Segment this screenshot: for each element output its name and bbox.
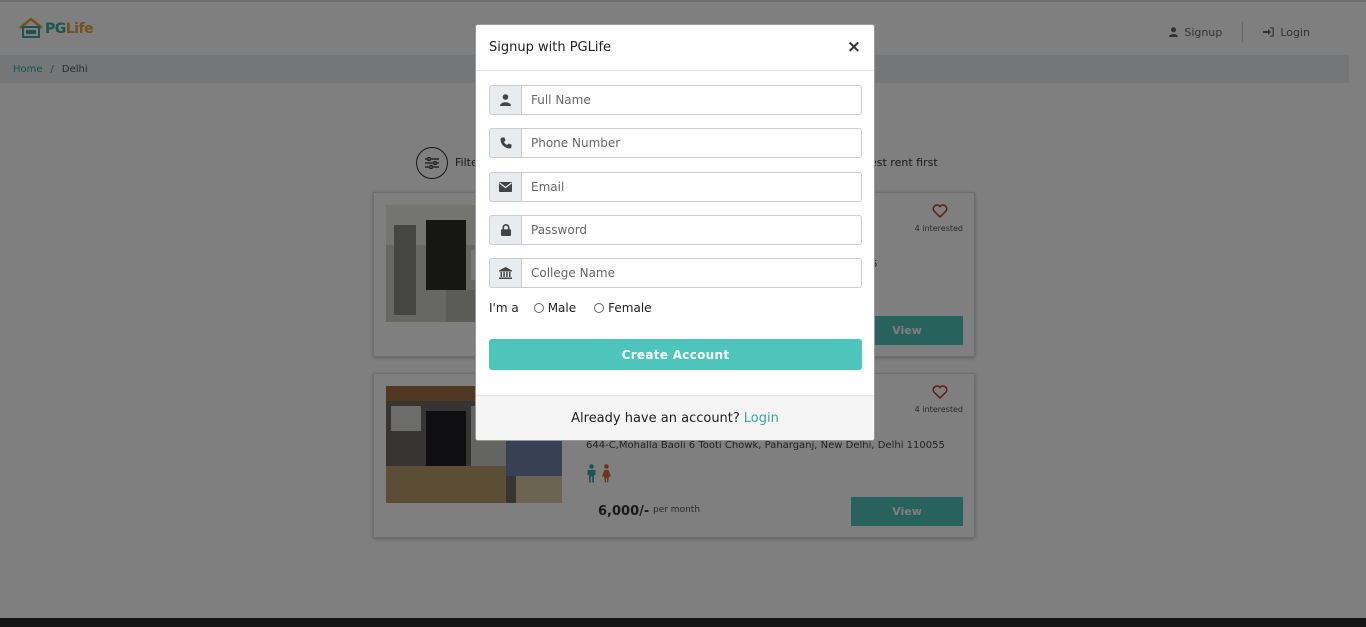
- gender-prompt: I'm a: [489, 301, 519, 315]
- gender-male-option[interactable]: Male: [533, 301, 577, 315]
- gender-female-option[interactable]: Female: [594, 301, 652, 315]
- signup-modal: Signup with PGLife × Full Name Phone Num…: [475, 24, 875, 441]
- modal-title: Signup with PGLife: [489, 40, 612, 55]
- password-field-group: [489, 215, 862, 245]
- university-icon: [489, 258, 521, 288]
- male-label: Male: [547, 301, 577, 315]
- email-input[interactable]: [521, 172, 862, 202]
- college-name-input[interactable]: [521, 258, 862, 288]
- phone-input[interactable]: [521, 128, 862, 158]
- login-link[interactable]: Login: [744, 411, 779, 426]
- password-input[interactable]: [521, 215, 862, 245]
- modal-header: Signup with PGLife ×: [476, 25, 874, 71]
- envelope-icon: [489, 172, 521, 202]
- gender-selector: I'm a Male Female: [489, 301, 652, 315]
- phone-icon: [489, 128, 521, 158]
- create-account-button[interactable]: Create Account: [489, 339, 862, 370]
- close-icon[interactable]: ×: [847, 39, 861, 56]
- full-name-field-group: [489, 85, 862, 115]
- signup-form: I'm a Male Female Create Account: [476, 71, 874, 395]
- male-radio[interactable]: [533, 303, 544, 313]
- female-label: Female: [608, 301, 652, 315]
- user-icon: [489, 85, 521, 115]
- college-field-group: [489, 258, 862, 288]
- female-radio[interactable]: [594, 303, 605, 313]
- lock-icon: [489, 215, 521, 245]
- phone-field-group: [489, 128, 862, 158]
- modal-footer: Already have an account? Login: [476, 395, 874, 440]
- footer-prompt: Already have an account?: [571, 411, 740, 426]
- email-field-group: [489, 172, 862, 202]
- full-name-input[interactable]: [521, 85, 862, 115]
